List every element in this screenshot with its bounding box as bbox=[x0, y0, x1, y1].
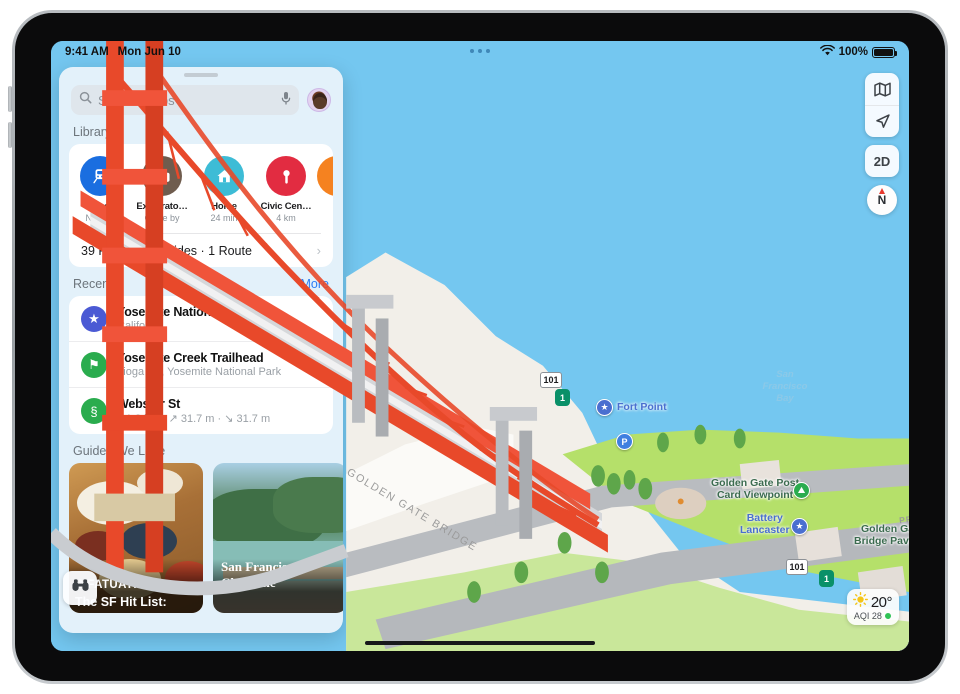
aqi-label: AQI 28 bbox=[853, 611, 882, 621]
compass-control[interactable]: N bbox=[867, 185, 897, 215]
status-bar-left: 9:41 AM Mon Jun 10 bbox=[65, 46, 181, 58]
dimension-toggle-group: 2D bbox=[865, 145, 899, 177]
status-bar-right: 100% bbox=[819, 44, 897, 59]
multitasking-control[interactable] bbox=[470, 49, 490, 53]
viewpoint-line1: Golden Gate Post bbox=[711, 477, 800, 489]
battery-percent: 100% bbox=[838, 46, 868, 58]
map-label-bay: San Francisco Bay bbox=[753, 369, 817, 405]
device-bezel: GOLDEN GATE BRIDGE San Francisco Bay ★ F… bbox=[15, 13, 945, 681]
viewpoint-line2: Card Viewpoint bbox=[716, 489, 794, 501]
compass-needle bbox=[879, 188, 885, 194]
ipad-screen: GOLDEN GATE BRIDGE San Francisco Bay ★ F… bbox=[51, 41, 909, 651]
map-icon[interactable] bbox=[865, 73, 899, 105]
bay-label-line1: San bbox=[776, 369, 794, 380]
map-label-fort-point[interactable]: Fort Point bbox=[617, 401, 667, 413]
bay-label-line2: Francisco bbox=[762, 381, 808, 392]
map-label-battery-lancaster[interactable]: Battery Lancaster bbox=[740, 512, 790, 536]
weather-temperature: 20° bbox=[870, 593, 893, 611]
home-indicator[interactable] bbox=[365, 641, 595, 645]
map-canvas[interactable]: GOLDEN GATE BRIDGE San Francisco Bay ★ F… bbox=[51, 41, 909, 651]
multitask-dot bbox=[478, 49, 482, 53]
route-shield-101-upper[interactable]: 101 bbox=[540, 372, 562, 388]
pin-parking[interactable]: P bbox=[616, 433, 633, 450]
pin-battery-lancaster[interactable]: ★ bbox=[791, 518, 808, 535]
route-shield-1-upper[interactable]: 1 bbox=[555, 389, 570, 406]
compass-north-label: N bbox=[877, 193, 887, 207]
map-controls[interactable]: 2D N bbox=[865, 73, 899, 215]
location-arrow-icon[interactable] bbox=[865, 105, 899, 137]
route-shield-101-lower[interactable]: 101 bbox=[786, 559, 808, 575]
weather-widget[interactable]: 20° AQI 28 bbox=[846, 589, 899, 625]
binoculars-icon bbox=[71, 578, 90, 598]
dimension-toggle-button[interactable]: 2D bbox=[865, 145, 899, 177]
map-label-bridge-pavilion[interactable]: Golden Gate Bridge Pavilion bbox=[854, 523, 909, 547]
volume-button-up[interactable] bbox=[8, 86, 12, 112]
volume-button-down[interactable] bbox=[8, 122, 12, 148]
map-controls-group bbox=[865, 73, 899, 137]
pavilion-line2: Bridge Pavilion bbox=[854, 535, 909, 547]
pin-postcard-viewpoint[interactable]: ⛰ bbox=[793, 482, 810, 499]
battery-line1: Battery bbox=[746, 512, 783, 524]
map-label-postcard-viewpoint[interactable]: Golden Gate Post Card Viewpoint bbox=[711, 477, 799, 501]
map-terrain: GOLDEN GATE BRIDGE bbox=[51, 41, 909, 651]
status-date: Mon Jun 10 bbox=[117, 46, 181, 58]
battery-icon bbox=[872, 46, 897, 58]
multitask-dot bbox=[486, 49, 490, 53]
route-shield-1-lower[interactable]: 1 bbox=[819, 570, 834, 587]
wifi-icon bbox=[819, 44, 835, 59]
weather-top-row: 20° bbox=[852, 592, 893, 612]
weather-aqi-row: AQI 28 bbox=[853, 611, 892, 621]
sun-icon bbox=[852, 592, 868, 612]
status-time: 9:41 AM bbox=[65, 46, 109, 58]
bay-label-line3: Bay bbox=[776, 393, 794, 404]
battery-line2: Lancaster bbox=[740, 524, 790, 536]
multitask-dot bbox=[470, 49, 474, 53]
look-around-button[interactable] bbox=[63, 571, 97, 605]
ipad-device-frame: GOLDEN GATE BRIDGE San Francisco Bay ★ F… bbox=[8, 10, 948, 684]
pin-fort-point[interactable]: ★ bbox=[596, 399, 613, 416]
aqi-status-dot bbox=[884, 613, 891, 619]
